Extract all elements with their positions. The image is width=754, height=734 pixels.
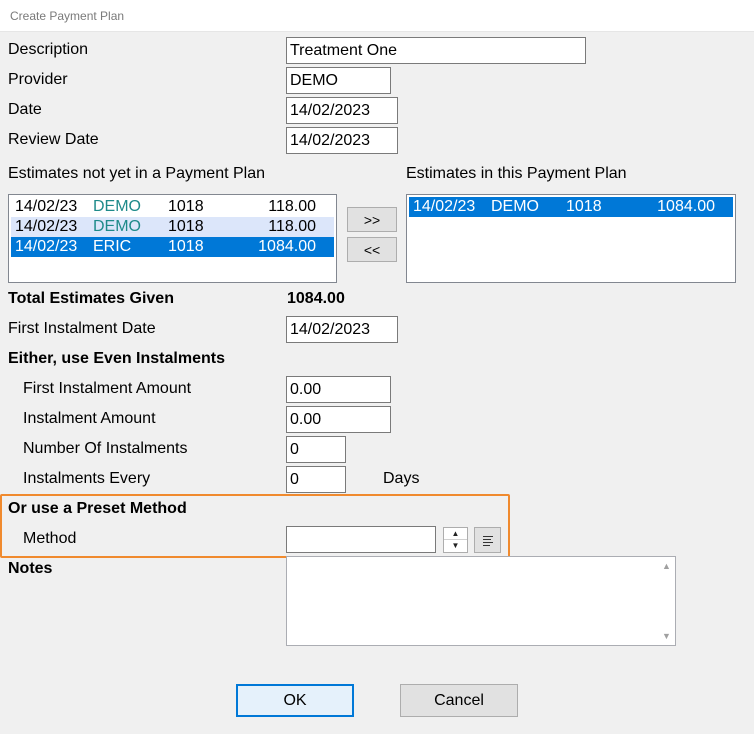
review-date-input[interactable] <box>286 127 398 154</box>
list-item-selected[interactable]: 14/02/23 DEMO 1018 1084.00 <box>409 197 733 217</box>
first-instalment-amount-input[interactable] <box>286 376 391 403</box>
window-title: Create Payment Plan <box>10 9 125 23</box>
number-of-instalments-label: Number Of Instalments <box>23 440 188 457</box>
estimates-available-list[interactable]: 14/02/23 DEMO 1018 118.00 14/02/23 DEMO … <box>8 194 337 283</box>
description-label: Description <box>8 41 89 58</box>
ok-button[interactable]: OK <box>236 684 354 717</box>
first-instalment-date-label: First Instalment Date <box>8 320 156 337</box>
first-instalment-date-input[interactable] <box>286 316 398 343</box>
spin-down-icon[interactable]: ▼ <box>444 540 467 552</box>
notes-textarea[interactable]: ▲ ▼ <box>286 556 676 646</box>
total-estimates-value: 1084.00 <box>287 290 345 307</box>
notes-label: Notes <box>8 560 53 577</box>
method-spinner[interactable]: ▲ ▼ <box>443 527 468 553</box>
date-label: Date <box>8 101 42 118</box>
list-item[interactable]: 14/02/23 DEMO 1018 118.00 <box>11 217 334 237</box>
review-date-label: Review Date <box>8 131 99 148</box>
spin-up-icon[interactable]: ▲ <box>444 528 467 540</box>
days-label: Days <box>383 470 420 487</box>
first-instalment-amount-label: First Instalment Amount <box>23 380 192 397</box>
instalments-every-label: Instalments Every <box>23 470 151 487</box>
notes-scrollbar[interactable]: ▲ ▼ <box>658 557 675 645</box>
provider-label: Provider <box>8 71 68 88</box>
list-item-selected[interactable]: 14/02/23 ERIC 1018 1084.00 <box>11 237 334 257</box>
instalments-every-input[interactable] <box>286 466 346 493</box>
list-lines-icon <box>483 536 493 537</box>
add-estimate-button[interactable]: >> <box>347 207 397 232</box>
estimates-available-label: Estimates not yet in a Payment Plan <box>8 165 266 182</box>
provider-input[interactable] <box>286 67 391 94</box>
date-input[interactable] <box>286 97 398 124</box>
instalment-amount-input[interactable] <box>286 406 391 433</box>
remove-estimate-button[interactable]: << <box>347 237 397 262</box>
number-of-instalments-input[interactable] <box>286 436 346 463</box>
estimates-in-plan-label: Estimates in this Payment Plan <box>406 165 627 182</box>
method-list-button[interactable] <box>474 527 501 553</box>
method-label: Method <box>23 530 77 547</box>
description-input[interactable] <box>286 37 586 64</box>
cancel-button[interactable]: Cancel <box>400 684 518 717</box>
list-item[interactable]: 14/02/23 DEMO 1018 118.00 <box>11 197 334 217</box>
estimates-in-plan-list[interactable]: 14/02/23 DEMO 1018 1084.00 <box>406 194 736 283</box>
preset-method-heading: Or use a Preset Method <box>8 500 187 517</box>
scroll-up-icon[interactable]: ▲ <box>662 561 671 571</box>
total-estimates-label: Total Estimates Given <box>8 290 174 307</box>
title-bar: Create Payment Plan <box>0 0 754 32</box>
scroll-down-icon[interactable]: ▼ <box>662 631 671 641</box>
even-instalments-heading: Either, use Even Instalments <box>8 350 225 367</box>
method-input[interactable] <box>286 526 436 553</box>
instalment-amount-label: Instalment Amount <box>23 410 156 427</box>
